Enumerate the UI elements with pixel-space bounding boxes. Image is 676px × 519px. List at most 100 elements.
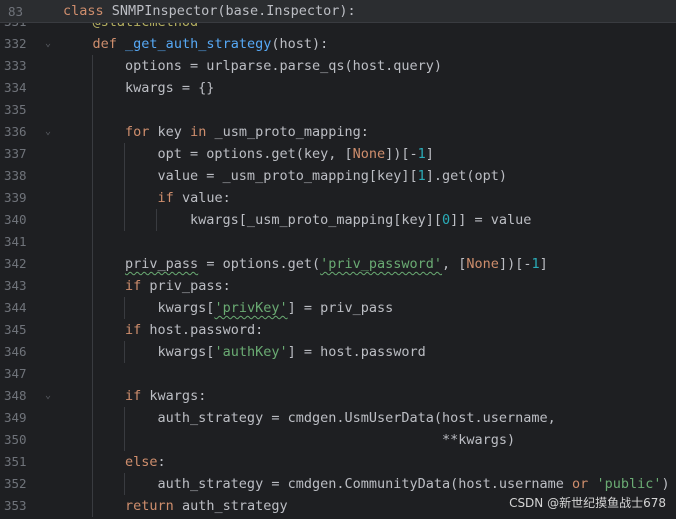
indent-guide — [124, 165, 125, 187]
line-number: 346 — [4, 344, 27, 359]
indent-guide — [92, 121, 93, 143]
code-text: else: — [60, 451, 676, 473]
code-text: for key in _usm_proto_mapping: — [60, 121, 676, 143]
indent-guide — [92, 99, 93, 121]
code-line[interactable]: 332 ⌄ def _get_auth_strategy(host): — [0, 33, 676, 55]
code-line[interactable]: 340 kwargs[_usm_proto_mapping[key][0]] =… — [0, 209, 676, 231]
code-line[interactable]: 350 **kwargs) — [0, 429, 676, 451]
fold-gutter — [40, 451, 60, 473]
code-line[interactable]: 352 auth_strategy = cmdgen.CommunityData… — [0, 473, 676, 495]
line-number: 352 — [4, 476, 27, 491]
code-text: auth_strategy = cmdgen.UsmUserData(host.… — [60, 407, 676, 429]
line-number: 351 — [4, 454, 27, 469]
line-number: 347 — [4, 366, 27, 381]
code-editor[interactable]: 331 @staticmethod332⌄ def _get_auth_stra… — [0, 11, 676, 517]
fold-gutter — [40, 187, 60, 209]
fold-gutter — [40, 473, 60, 495]
code-line[interactable]: 335 — [0, 99, 676, 121]
code-text: kwargs[_usm_proto_mapping[key][0]] = val… — [60, 209, 676, 231]
indent-guide — [92, 495, 93, 517]
line-number: 340 — [4, 212, 27, 227]
indent-guide — [92, 253, 93, 275]
indent-guide — [92, 143, 93, 165]
indent-guide — [92, 473, 93, 495]
fold-gutter — [40, 319, 60, 341]
code-line[interactable]: 343 if priv_pass: — [0, 275, 676, 297]
line-number: 342 — [4, 256, 27, 271]
code-line[interactable]: 346 kwargs['authKey'] = host.password — [0, 341, 676, 363]
line-number: 343 — [4, 278, 27, 293]
fold-gutter — [40, 363, 60, 385]
fold-gutter — [40, 77, 60, 99]
code-line[interactable]: 334 kwargs = {} — [0, 77, 676, 99]
indent-guide — [92, 319, 93, 341]
fold-gutter — [40, 429, 60, 451]
code-line[interactable]: 342 priv_pass = options.get('priv_passwo… — [0, 253, 676, 275]
code-line[interactable]: 351 else: — [0, 451, 676, 473]
code-line[interactable]: 344 kwargs['privKey'] = priv_pass — [0, 297, 676, 319]
line-number: 353 — [4, 498, 27, 513]
fold-chevron-icon[interactable]: ⌄ — [40, 121, 60, 143]
indent-guide — [92, 429, 93, 451]
code-line[interactable]: 337 opt = options.get(key, [None])[-1] — [0, 143, 676, 165]
code-line[interactable]: 348 ⌄ if kwargs: — [0, 385, 676, 407]
indent-guide — [92, 231, 93, 253]
line-number: 335 — [4, 102, 27, 117]
indent-guide — [92, 77, 93, 99]
fold-chevron-icon[interactable]: ⌄ — [40, 33, 60, 55]
fold-gutter — [40, 253, 60, 275]
code-line[interactable]: 333 options = urlparse.parse_qs(host.que… — [0, 55, 676, 77]
code-line[interactable]: 349 auth_strategy = cmdgen.UsmUserData(h… — [0, 407, 676, 429]
code-text: def _get_auth_strategy(host): — [92, 36, 329, 52]
code-line[interactable]: 345 if host.password: — [0, 319, 676, 341]
sticky-code: class SNMPInspector(base.Inspector): — [63, 3, 356, 19]
code-line[interactable]: 347 — [0, 363, 676, 385]
code-text: if kwargs: — [60, 385, 676, 407]
watermark: CSDN @新世纪摸鱼战士678 — [509, 496, 666, 510]
code-text: kwargs['authKey'] = host.password — [60, 341, 676, 363]
fold-gutter — [40, 99, 60, 121]
code-text: kwargs['privKey'] = priv_pass — [60, 297, 676, 319]
indent-guide — [92, 275, 93, 297]
code-text: opt = options.get(key, [None])[-1] — [60, 143, 676, 165]
line-number: 341 — [4, 234, 27, 249]
code-line[interactable]: 338 value = _usm_proto_mapping[key][1].g… — [0, 165, 676, 187]
code-line[interactable]: 339 if value: — [0, 187, 676, 209]
indent-guide — [124, 473, 125, 495]
code-text: auth_strategy = cmdgen.CommunityData(hos… — [60, 473, 676, 495]
line-number: 334 — [4, 80, 27, 95]
line-number: 336 — [4, 124, 27, 139]
fold-gutter — [40, 341, 60, 363]
code-text: if host.password: — [60, 319, 676, 341]
code-line[interactable]: 336 ⌄ for key in _usm_proto_mapping: — [0, 121, 676, 143]
indent-guide — [92, 209, 93, 231]
fold-gutter — [40, 143, 60, 165]
indent-guide — [124, 297, 125, 319]
line-number: 349 — [4, 410, 27, 425]
fold-gutter — [40, 495, 60, 517]
line-number: 345 — [4, 322, 27, 337]
indent-guide — [124, 341, 125, 363]
code-text — [60, 363, 676, 385]
code-text: priv_pass = options.get('priv_password',… — [60, 253, 676, 275]
code-text: options = urlparse.parse_qs(host.query) — [60, 55, 676, 77]
indent-guide — [124, 209, 125, 231]
fold-gutter — [40, 55, 60, 77]
fold-chevron-icon[interactable]: ⌄ — [40, 385, 60, 407]
code-text — [60, 231, 676, 253]
code-text: if priv_pass: — [60, 275, 676, 297]
sticky-class-header[interactable]: 83 class SNMPInspector(base.Inspector): — [0, 0, 676, 23]
indent-guide — [124, 429, 125, 451]
code-line[interactable]: 341 — [0, 231, 676, 253]
indent-guide — [92, 297, 93, 319]
line-number: 344 — [4, 300, 27, 315]
line-number: 338 — [4, 168, 27, 183]
code-text: if value: — [60, 187, 676, 209]
indent-guide — [92, 451, 93, 473]
line-number: 339 — [4, 190, 27, 205]
indent-guide — [92, 363, 93, 385]
fold-gutter — [40, 209, 60, 231]
fold-gutter — [40, 297, 60, 319]
code-text: kwargs = {} — [60, 77, 676, 99]
indent-guide — [124, 407, 125, 429]
